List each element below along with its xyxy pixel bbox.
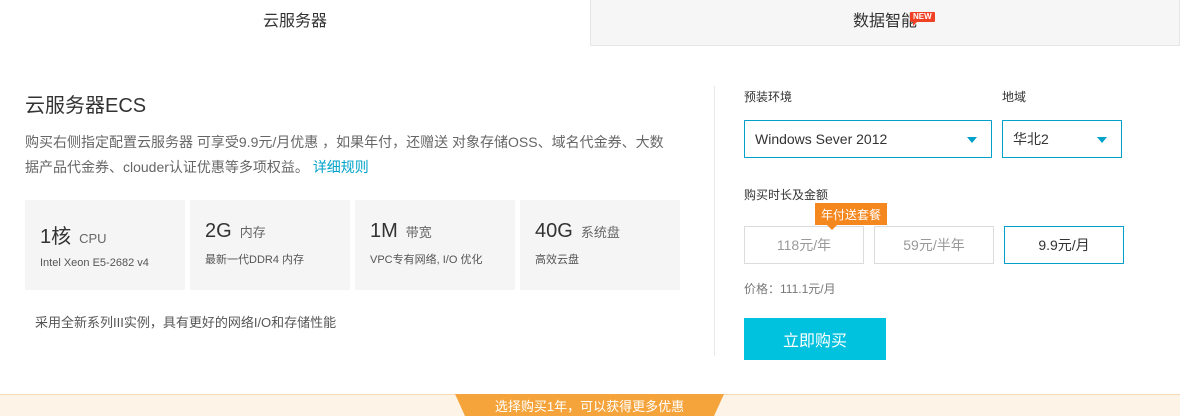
env-label: 预装环境	[744, 90, 793, 104]
tab-data-intelligence[interactable]: 数据智能 NEW	[590, 0, 1180, 46]
spec-unit: 系统盘	[580, 225, 620, 240]
yearly-promo-tag: 年付送套餐	[815, 203, 888, 230]
region-select-value: 华北2	[1013, 131, 1049, 147]
promo-banner-tab[interactable]: 选择购买1年，可以获得更多优惠	[455, 394, 724, 416]
product-title: 云服务器ECS	[25, 95, 147, 117]
spec-detail: 最新一代DDR4 内存	[205, 254, 305, 266]
spec-unit: 内存	[239, 225, 266, 240]
product-description: 购买右侧指定配置云服务器 可享受9.9元/月优惠 ，如果年付，还赠送 对象存储O…	[25, 130, 675, 180]
spec-value: 1核	[40, 226, 72, 248]
chevron-down-icon	[967, 137, 977, 143]
env-select-value: Windows Sever 2012	[755, 131, 888, 147]
tab-data-intelligence-label: 数据智能	[852, 12, 917, 30]
section-divider	[714, 86, 715, 356]
spec-card-bandwidth: 1M 带宽 VPC专有网络, I/O 优化	[355, 200, 515, 290]
spec-detail: Intel Xeon E5-2682 v4	[40, 257, 149, 269]
chevron-down-icon	[1097, 137, 1107, 143]
duration-label: 购买时长及金额	[744, 188, 829, 202]
spec-value: 2G	[205, 220, 232, 242]
spec-card-disk: 40G 系统盘 高效云盘	[520, 200, 680, 290]
spec-card-cpu: 1核 CPU Intel Xeon E5-2682 v4	[25, 200, 185, 290]
duration-option-half-year[interactable]: 59元/半年	[874, 226, 994, 264]
duration-option-yearly[interactable]: 118元/年	[744, 226, 864, 264]
spec-value: 40G	[535, 220, 573, 242]
spec-unit: 带宽	[405, 225, 432, 240]
instance-footnote: 采用全新系列III实例，具有更好的网络I/O和存储性能	[35, 315, 337, 330]
tab-cloud-server-label: 云服务器	[262, 13, 327, 30]
region-select[interactable]: 华北2	[1002, 120, 1122, 158]
price-text: 价格：111.1元/月	[744, 282, 836, 296]
tab-cloud-server[interactable]: 云服务器	[0, 0, 590, 46]
env-select[interactable]: Windows Sever 2012	[744, 120, 992, 158]
duration-option-monthly[interactable]: 9.9元/月	[1004, 226, 1124, 264]
spec-detail: VPC专有网络, I/O 优化	[370, 254, 483, 266]
product-tabs: 云服务器 数据智能 NEW	[0, 0, 1180, 46]
spec-detail: 高效云盘	[535, 254, 579, 266]
new-badge: NEW	[910, 12, 935, 26]
region-label: 地域	[1002, 90, 1027, 104]
spec-cards: 1核 CPU Intel Xeon E5-2682 v4 2G 内存 最新一代D…	[25, 200, 680, 290]
spec-value: 1M	[370, 220, 398, 242]
buy-now-button[interactable]: 立即购买	[744, 318, 886, 360]
spec-card-memory: 2G 内存 最新一代DDR4 内存	[190, 200, 350, 290]
promo-banner-text: 选择购买1年，可以获得更多优惠	[494, 399, 685, 414]
detail-rules-link[interactable]: 详细规则	[313, 159, 369, 175]
spec-unit: CPU	[79, 231, 107, 246]
